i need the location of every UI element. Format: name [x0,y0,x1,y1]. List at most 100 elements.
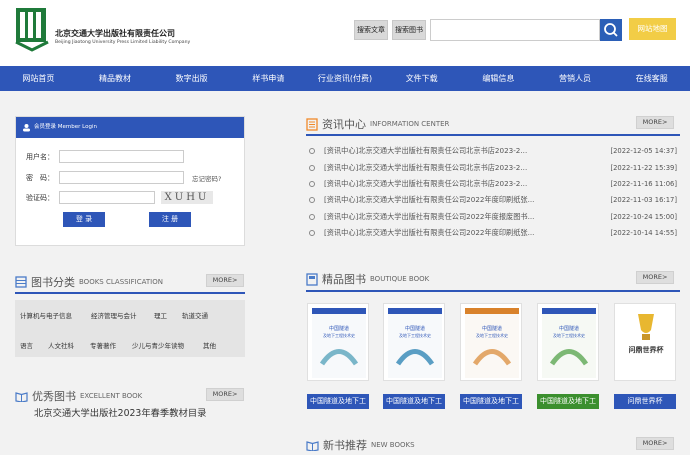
classification-subtitle: BOOKS CLASSIFICATION [79,278,163,286]
category-item[interactable]: 少儿与青少年读物 [132,340,184,350]
info-heading: 资讯中心 INFORMATION CENTER [306,116,449,132]
excellent-book-link[interactable]: 北京交通大学出版社2023年春季教材目录 [34,405,206,419]
login-button[interactable]: 登 录 [63,212,105,227]
book-cover[interactable]: 问鼎世界杯 [614,303,676,381]
news-item[interactable]: [资讯中心]北京交通大学出版社有限责任公司2022年度印刷纸张... [2022-… [309,192,679,208]
nav-downloads[interactable]: 文件下载 [383,66,460,91]
bullet-icon [309,164,315,171]
book-title: 问鼎世界杯 [627,397,663,405]
news-title[interactable]: [资讯中心]北京交通大学出版社有限责任公司北京书店2023-2... [324,146,564,156]
nav-editors[interactable]: 编辑信息 [460,66,537,91]
news-item[interactable]: [资讯中心]北京交通大学出版社有限责任公司2022年度报废图书... [2022-… [309,209,679,225]
search-submit-button[interactable] [600,19,622,41]
news-date: [2022-12-05 14:37] [610,147,677,156]
document-icon [306,117,318,131]
category-item[interactable]: 语言 [20,340,33,350]
news-title[interactable]: [资讯中心]北京交通大学出版社有限责任公司2022年度印刷纸张... [324,228,564,238]
username-field[interactable] [59,150,184,163]
book-title: 中国隧道及地下工 [310,397,366,405]
info-title: 资讯中心 [322,118,366,131]
excellent-subtitle: EXCELLENT BOOK [80,392,143,400]
category-item[interactable]: 专著著作 [90,340,116,350]
news-date: [2022-11-03 16:17] [610,196,677,205]
news-title[interactable]: [资讯中心]北京交通大学出版社有限责任公司北京书店2023-2... [324,163,564,173]
info-more-button[interactable]: MORE> [636,116,674,129]
nav-industry-news[interactable]: 行业资讯(付费) [307,66,384,91]
site-map-button[interactable]: 网站地图 [629,18,676,40]
excellent-more-button[interactable]: MORE> [206,388,244,401]
forgot-password-link[interactable]: 忘记密码? [192,173,221,183]
news-date: [2022-10-24 15:00] [610,212,677,221]
bullet-icon [309,197,315,204]
news-date: [2022-10-14 14:55] [610,229,677,238]
info-divider [306,134,680,136]
category-item[interactable]: 人文社科 [48,340,74,350]
classification-heading: 图书分类 BOOKS CLASSIFICATION [15,274,163,290]
captcha-field[interactable] [59,191,155,204]
book-stack-icon [15,276,27,288]
search-book-button[interactable]: 搜索图书 [392,20,426,40]
username-label: 用户名： [26,152,54,161]
book-title-label[interactable]: 中国隧道及地下工 [307,394,369,409]
book-cover-image: 中国隧道及地下工程技术史 [465,308,519,378]
password-label: 密 码： [26,173,54,182]
search-article-button[interactable]: 搜索文章 [354,20,388,40]
register-button[interactable]: 注 册 [149,212,191,227]
classification-more-button[interactable]: MORE> [206,274,244,287]
book-cover[interactable]: 中国隧道 及地下工程技术史 [537,303,599,381]
news-item[interactable]: [资讯中心]北京交通大学出版社有限责任公司北京书店2023-2... [2022-… [309,176,679,192]
member-login-panel: 会员登录 Member Login 用户名： 密 码： 忘记密码? 验证码： X… [15,116,245,246]
book-cover[interactable]: 中国隧道 及地下工程技术史 [460,303,522,381]
svg-text:中国隧道: 中国隧道 [559,325,579,332]
news-title[interactable]: [资讯中心]北京交通大学出版社有限责任公司2022年度报废图书... [324,212,564,222]
book-cover-image: 问鼎世界杯 [619,308,673,378]
book-title-label[interactable]: 问鼎世界杯 [614,394,676,409]
news-item[interactable]: [资讯中心]北京交通大学出版社有限责任公司北京书店2023-2... [2022-… [309,159,679,175]
svg-text:及地下工程技术史: 及地下工程技术史 [399,332,431,338]
newbooks-heading: 新书推荐 NEW BOOKS [306,437,415,453]
book-title-label[interactable]: 中国隧道及地下工 [537,394,599,409]
book-cover-image: 中国隧道及地下工程技术史 [312,308,366,378]
news-title[interactable]: [资讯中心]北京交通大学出版社有限责任公司2022年度印刷纸张... [324,195,564,205]
password-field[interactable] [59,171,184,184]
publisher-name-en: Beijing Jiaotong University Press Limite… [55,40,191,45]
book-cover[interactable]: 中国隧道 及地下工程技术史 [383,303,445,381]
classification-divider [15,292,245,294]
captcha-label: 验证码： [26,193,54,202]
book-title: 中国隧道及地下工 [540,397,596,405]
nav-textbooks[interactable]: 精品教材 [77,66,154,91]
captcha-image[interactable]: XUHU [161,191,213,204]
category-item[interactable]: 经济管理与会计 [91,310,137,320]
svg-text:及地下工程技术史: 及地下工程技术史 [323,332,355,338]
category-item[interactable]: 其他 [203,340,216,350]
search-input[interactable] [430,19,600,41]
book-icon [306,272,318,286]
svg-text:中国隧道: 中国隧道 [405,325,425,332]
nav-online-service[interactable]: 在线客服 [613,66,690,91]
nav-sample-request[interactable]: 样书申请 [230,66,307,91]
news-item[interactable]: [资讯中心]北京交通大学出版社有限责任公司北京书店2023-2... [2022-… [309,143,679,159]
nav-home[interactable]: 网站首页 [0,66,77,91]
book-title: 中国隧道及地下工 [386,397,442,405]
book-title-label[interactable]: 中国隧道及地下工 [460,394,522,409]
newbooks-more-button[interactable]: MORE> [636,437,674,450]
category-list: 计算机与电子信息 经济管理与会计 理工 轨道交通 语言 人文社科 专著著作 少儿… [15,300,245,357]
newbooks-title: 新书推荐 [323,439,367,452]
nav-digital[interactable]: 数字出版 [153,66,230,91]
news-date: [2022-11-22 15:39] [610,163,677,172]
publisher-logo-icon[interactable] [14,6,50,54]
nav-sales[interactable]: 营销人员 [537,66,614,91]
boutique-more-button[interactable]: MORE> [636,271,674,284]
login-header: 会员登录 Member Login [16,117,244,138]
svg-text:中国隧道: 中国隧道 [482,325,502,332]
excellent-title: 优秀图书 [32,390,76,403]
book-cover[interactable]: 中国隧道 及地下工程技术史 [307,303,369,381]
info-subtitle: INFORMATION CENTER [370,120,450,128]
news-item[interactable]: [资讯中心]北京交通大学出版社有限责任公司2022年度印刷纸张... [2022-… [309,225,679,241]
book-title-label[interactable]: 中国隧道及地下工 [383,394,445,409]
news-title[interactable]: [资讯中心]北京交通大学出版社有限责任公司北京书店2023-2... [324,179,564,189]
category-item[interactable]: 轨道交通 [182,310,208,320]
category-item[interactable]: 理工 [154,310,167,320]
book-cover-image: 中国隧道及地下工程技术史 [542,308,596,378]
category-item[interactable]: 计算机与电子信息 [20,310,72,320]
